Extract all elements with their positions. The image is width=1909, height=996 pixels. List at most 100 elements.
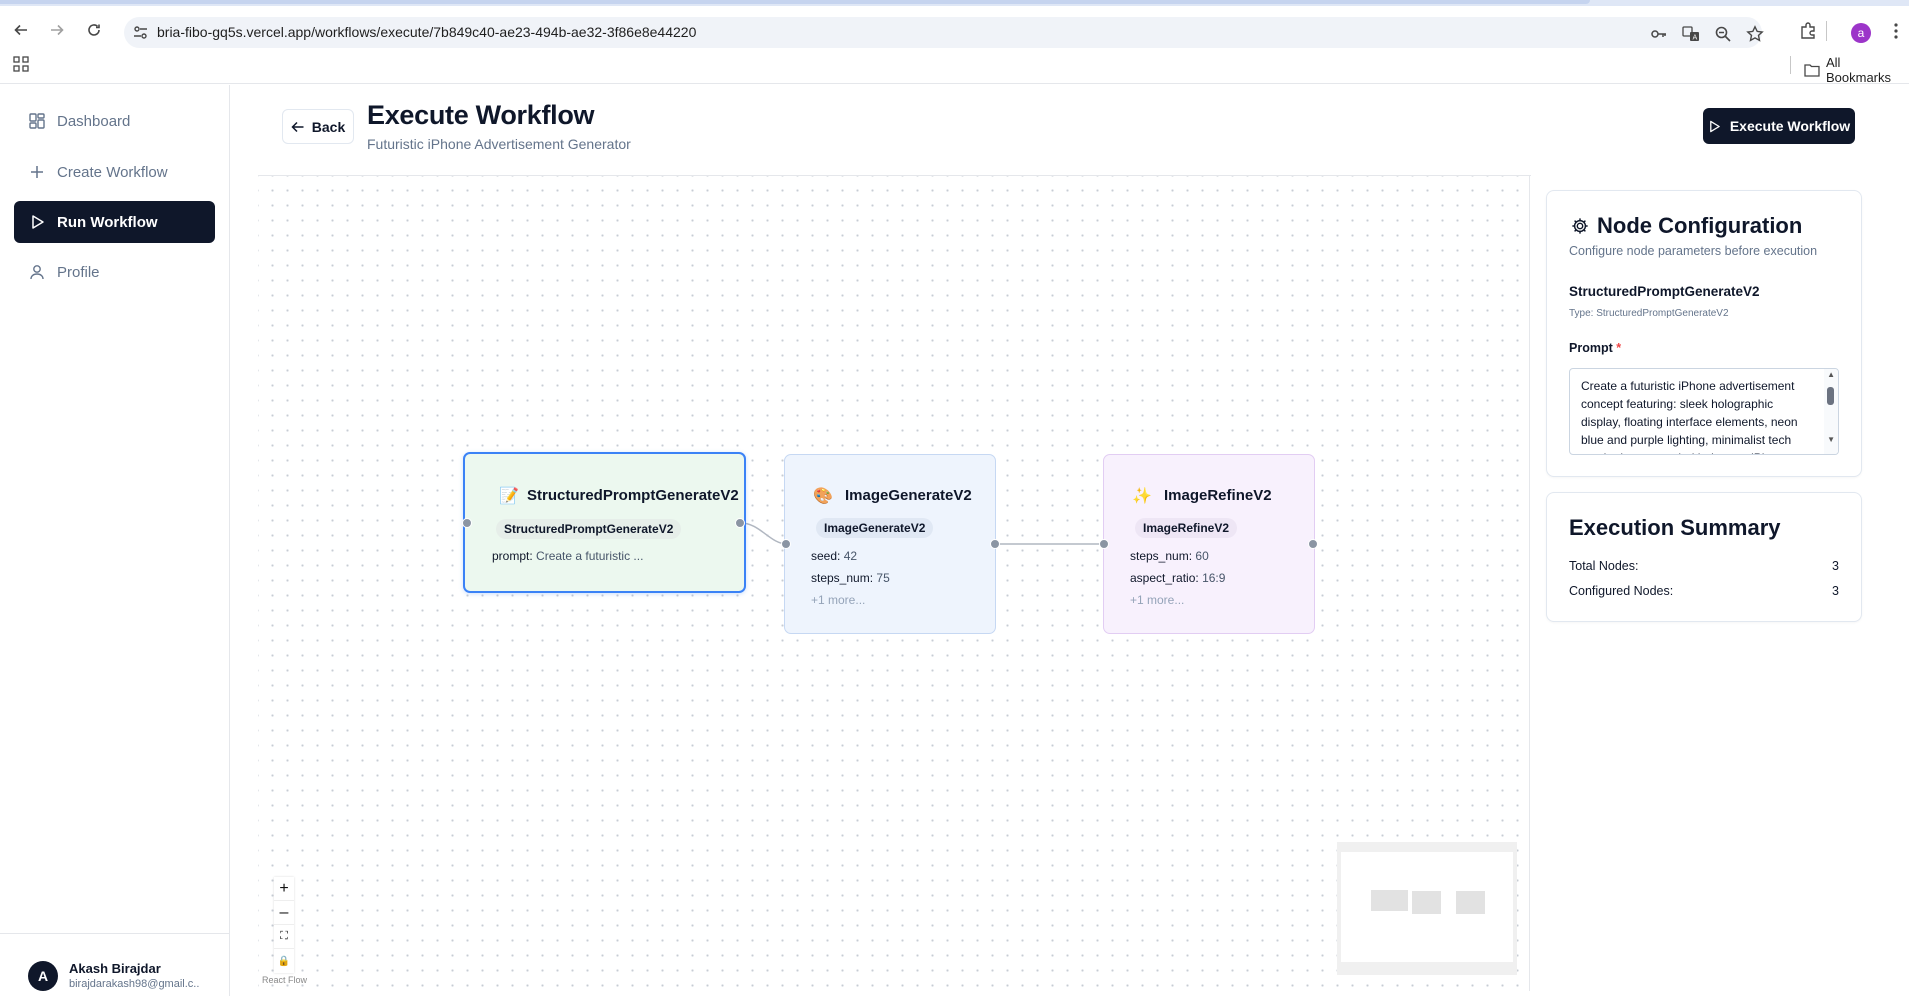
sidebar: Dashboard Create Workflow Run Workflow P… [0,85,230,996]
sidebar-item-label: Create Workflow [57,163,168,181]
zoom-icon[interactable] [1714,25,1732,43]
user-email: birajdarakash98@gmail.c... [69,978,199,990]
param-key: seed: [811,549,841,563]
minimap-node [1456,891,1485,914]
node-title: ImageRefineV2 [1164,487,1272,504]
back-button-label: Back [311,118,346,135]
node-input-handle[interactable] [462,518,472,528]
react-flow-attribution[interactable]: React Flow [262,975,307,985]
sidebar-item-create-workflow[interactable]: Create Workflow [14,151,215,193]
address-bar[interactable]: bria-fibo-gq5s.vercel.app/workflows/exec… [124,17,1764,48]
node-output-handle[interactable] [990,539,1000,549]
execute-workflow-button[interactable]: Execute Workflow [1703,108,1855,144]
folder-icon [1804,64,1820,77]
param-value: 16:9 [1202,571,1226,585]
sidebar-item-label: Run Workflow [57,213,158,231]
node-param: steps_num: 60 [1130,549,1209,563]
toolbar-separator [1826,21,1827,41]
summary-value: 3 [1832,584,1839,598]
prompt-text[interactable]: Create a futuristic iPhone advertisement… [1581,377,1803,454]
all-bookmarks-button[interactable]: All Bookmarks [1804,55,1909,85]
profile-avatar[interactable]: a [1851,23,1871,43]
arrow-left-icon [291,121,304,132]
zoom-in-icon[interactable]: + [274,877,294,901]
param-key: steps_num: [811,571,874,585]
required-marker: * [1616,341,1622,355]
kebab-menu-icon[interactable] [1886,21,1906,41]
config-node-type: Type: StructuredPromptGenerateV2 [1569,308,1729,319]
url-text[interactable]: bria-fibo-gq5s.vercel.app/workflows/exec… [157,24,696,40]
zoom-out-icon[interactable]: – [274,901,294,925]
back-button[interactable]: Back [282,109,354,144]
param-value: 42 [843,549,858,563]
node-input-handle[interactable] [781,539,791,549]
panel-divider [1529,175,1530,991]
scroll-down-icon[interactable]: ▼ [1827,435,1835,444]
bookmark-star-icon[interactable] [1746,25,1764,43]
node-type-badge: ImageGenerateV2 [816,518,934,538]
user-profile-card[interactable]: A Akash Birajdar birajdarakash98@gmail.c… [0,933,229,996]
sidebar-item-dashboard[interactable]: Dashboard [14,100,215,142]
avatar: A [28,961,58,991]
workflow-node-structured-prompt[interactable]: 📝 StructuredPromptGenerateV2 StructuredP… [463,452,746,593]
param-key: prompt: [492,549,533,563]
forward-arrow-icon[interactable] [47,20,67,40]
plus-icon [31,166,43,178]
node-type-badge: StructuredPromptGenerateV2 [496,519,682,539]
param-value: 60 [1195,549,1209,563]
node-param: steps_num: 75 [811,571,890,585]
node-param: prompt: Create a futuristic ... [492,549,643,563]
dashboard-icon [29,113,45,129]
page-subtitle: Futuristic iPhone Advertisement Generato… [367,136,631,152]
scroll-thumb[interactable] [1827,387,1834,405]
node-param: aspect_ratio: 16:9 [1130,571,1225,585]
param-value: 75 [876,571,890,585]
page-title: Execute Workflow [367,100,595,130]
palette-icon: 🎨 [813,488,833,505]
prompt-label: Prompt * [1569,341,1621,355]
prompt-label-text: Prompt [1569,341,1613,355]
lock-icon[interactable]: 🔒 [274,949,294,973]
prompt-textarea[interactable]: Create a futuristic iPhone advertisement… [1569,368,1839,455]
workflow-node-image-refine[interactable]: ✨ ImageRefineV2 ImageRefineV2 steps_num:… [1103,454,1315,634]
node-configuration-title: Node Configuration [1571,213,1802,239]
sidebar-item-profile[interactable]: Profile [14,251,215,293]
summary-row-total-nodes: Total Nodes: 3 [1569,559,1839,573]
password-key-icon[interactable] [1650,25,1668,43]
translate-icon[interactable]: A [1682,25,1700,43]
minimap-node [1412,891,1441,914]
browser-toolbar: bria-fibo-gq5s.vercel.app/workflows/exec… [0,6,1909,48]
node-title: ImageGenerateV2 [845,487,972,504]
node-output-handle[interactable] [735,518,745,528]
sidebar-item-run-workflow[interactable]: Run Workflow [14,201,215,243]
textarea-scrollbar[interactable]: ▲ ▼ [1824,369,1838,454]
node-input-handle[interactable] [1099,539,1109,549]
more-params-text: +1 more... [1130,593,1185,607]
param-key: aspect_ratio: [1130,571,1199,585]
back-arrow-icon[interactable] [11,20,31,40]
memo-icon: 📝 [499,488,519,505]
fit-view-icon[interactable]: ⛶ [274,925,294,949]
active-tab-indicator [0,0,1590,4]
site-info-icon[interactable] [132,24,149,41]
workflow-node-image-generate[interactable]: 🎨 ImageGenerateV2 ImageGenerateV2 seed: … [784,454,996,634]
minimap-node [1371,890,1408,911]
apps-grid-icon[interactable] [13,56,29,72]
node-output-handle[interactable] [1308,539,1318,549]
execution-summary-title: Execution Summary [1569,515,1781,540]
bookmarks-separator [1790,56,1791,74]
minimap-viewport [1341,852,1513,962]
sidebar-item-label: Dashboard [57,112,131,130]
scroll-up-icon[interactable]: ▲ [1827,370,1835,379]
node-configuration-card: Node Configuration Configure node parame… [1546,190,1862,477]
reload-icon[interactable] [84,20,104,40]
node-param: seed: 42 [811,549,857,563]
extensions-icon[interactable] [1798,21,1818,41]
execute-workflow-label: Execute Workflow [1729,118,1851,134]
sidebar-item-label: Profile [57,263,100,281]
summary-value: 3 [1832,559,1839,573]
node-type-badge: ImageRefineV2 [1135,518,1238,538]
summary-label: Configured Nodes: [1569,584,1674,598]
bookmarks-bar: All Bookmarks [0,48,1909,85]
more-params-text: +1 more... [811,593,866,607]
